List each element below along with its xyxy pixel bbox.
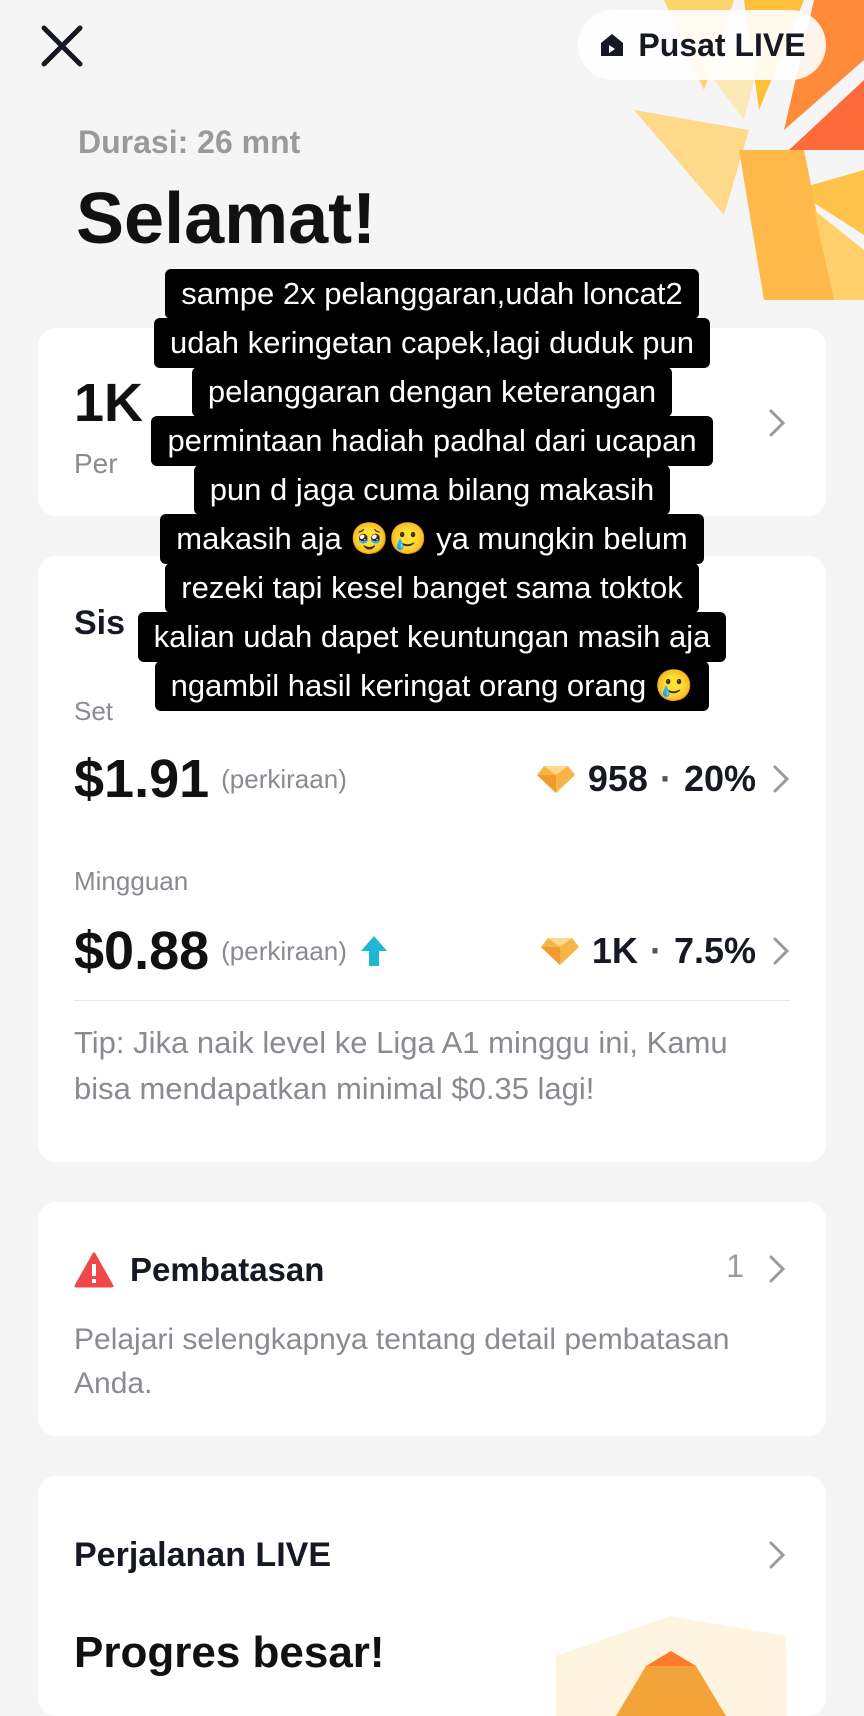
weekly-reward-row[interactable]: $0.88 (perkiraan) 1K · 7.5% xyxy=(74,916,790,986)
caption-line: ngambil hasil keringat orang orang 🥲 xyxy=(154,661,710,711)
caption-overlay: sampe 2x pelanggaran,udah loncat2 udah k… xyxy=(0,269,864,711)
page-title: Selamat! xyxy=(76,179,377,259)
caption-line: pelanggaran dengan keterangan xyxy=(191,367,673,417)
journey-badge-decoration xyxy=(556,1616,786,1716)
daily-amount: $1.91 xyxy=(74,749,210,809)
warning-icon xyxy=(74,1252,114,1288)
duration-text: Durasi: 26 mnt xyxy=(78,124,301,160)
weekly-estimate: (perkiraan) xyxy=(221,935,347,966)
arrow-up-icon xyxy=(360,936,387,966)
chevron-right-icon xyxy=(773,765,790,793)
chevron-right-icon xyxy=(769,1541,786,1569)
journey-title: Perjalanan LIVE xyxy=(74,1536,331,1574)
caption-line: kalian udah dapet keuntungan masih aja xyxy=(137,612,727,662)
pusat-live-button[interactable]: Pusat LIVE xyxy=(578,10,826,80)
close-icon xyxy=(41,25,83,67)
restrictions-card[interactable]: Pembatasan 1 Pelajari selengkapnya tenta… xyxy=(38,1202,826,1436)
restrictions-count: 1 xyxy=(726,1248,744,1284)
diamond-icon xyxy=(540,938,579,965)
caption-line: pun d jaga cuma bilang makasih xyxy=(193,465,671,515)
caption-line: permintaan hadiah padhal dari ucapan xyxy=(151,416,713,466)
live-journey-card[interactable]: Perjalanan LIVE Progres besar! xyxy=(38,1476,826,1716)
caption-line: sampe 2x pelanggaran,udah loncat2 xyxy=(165,269,699,319)
daily-estimate: (perkiraan) xyxy=(221,763,347,794)
caption-line: udah keringetan capek,lagi duduk pun xyxy=(154,318,710,368)
weekly-diamonds: 1K xyxy=(591,930,638,971)
close-button[interactable] xyxy=(38,22,86,70)
daily-diamonds: 958 xyxy=(587,758,648,799)
chevron-right-icon xyxy=(769,1255,786,1283)
daily-reward-row[interactable]: $1.91 (perkiraan) 958 · 20% xyxy=(74,744,790,814)
caption-line: rezeki tapi kesel banget sama toktok xyxy=(165,563,699,613)
daily-percent: 20% xyxy=(683,758,756,799)
separator-dot: · xyxy=(649,930,662,971)
weekly-label: Mingguan xyxy=(74,866,189,896)
chevron-right-icon xyxy=(773,937,790,965)
weekly-amount: $0.88 xyxy=(74,921,210,981)
separator-dot: · xyxy=(659,758,672,799)
journey-progress-text: Progres besar! xyxy=(74,1628,385,1677)
tip-text: Tip: Jika naik level ke Liga A1 minggu i… xyxy=(74,1025,728,1106)
home-icon xyxy=(601,34,624,56)
restrictions-description: Pelajari selengkapnya tentang detail pem… xyxy=(74,1323,730,1400)
weekly-percent: 7.5% xyxy=(673,930,756,971)
diamond-icon xyxy=(536,766,575,793)
restrictions-title: Pembatasan xyxy=(130,1251,325,1288)
divider xyxy=(74,1000,790,1001)
pusat-live-label: Pusat LIVE xyxy=(638,26,806,63)
caption-line: makasih aja 🥹🥲 ya mungkin belum xyxy=(160,514,704,564)
